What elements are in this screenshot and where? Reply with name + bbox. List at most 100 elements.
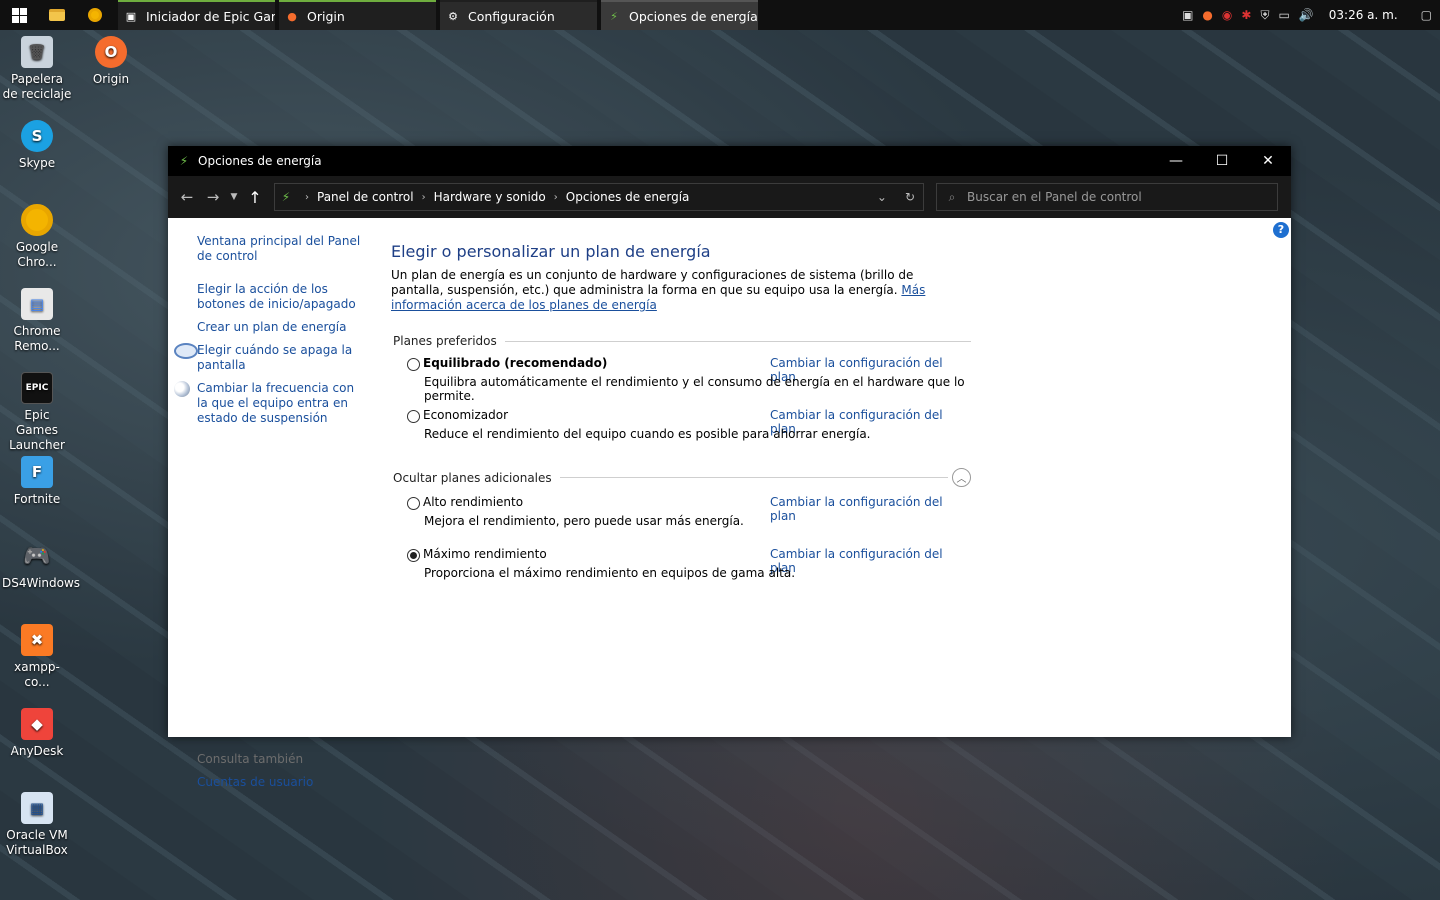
task-power-options[interactable]: ⚡ Opciones de energía	[601, 0, 758, 30]
sidebar-link-control-panel-home[interactable]: Ventana principal del Panel de control	[197, 234, 367, 264]
desktop-icon-ds4windows[interactable]: 🎮 DS4Windows	[2, 540, 81, 591]
divider	[504, 340, 971, 342]
plan-description: Proporciona el máximo rendimiento en equ…	[424, 566, 796, 580]
taskbar: ▣ Iniciador de Epic Gam... ● Origin ⚙ Co…	[0, 0, 1440, 30]
sidebar-link-sleep[interactable]: Cambiar la frecuencia con la que el equi…	[174, 381, 367, 426]
forward-button[interactable]: →	[200, 188, 226, 206]
chrome-icon	[88, 8, 102, 22]
folder-icon	[49, 9, 65, 21]
desktop-icon-virtualbox[interactable]: ▦ Oracle VM VirtualBox	[2, 792, 72, 858]
clock[interactable]: 03:26 a. m.	[1323, 8, 1412, 22]
title-bar[interactable]: ⚡ Opciones de energía — ☐ ✕	[168, 146, 1291, 176]
network-icon[interactable]: ▭	[1278, 8, 1289, 22]
task-configuracion[interactable]: ⚙ Configuración	[440, 0, 597, 30]
refresh-icon[interactable]: ↻	[905, 190, 915, 204]
desktop-icon-chrome-remote[interactable]: ▤ Chrome Remo...	[2, 288, 72, 354]
search-input[interactable]: ⌕ Buscar en el Panel de control	[936, 183, 1278, 211]
additional-plans-heading: Ocultar planes adicionales	[393, 470, 552, 485]
plan-name[interactable]: Equilibrado (recomendado)	[423, 356, 607, 370]
see-also-section: Consulta también Cuentas de usuario	[197, 752, 313, 789]
address-dropdown-chevron-icon[interactable]: ⌄	[877, 190, 887, 204]
additional-plans-header[interactable]: Ocultar planes adicionales ︿	[393, 468, 971, 487]
search-placeholder: Buscar en el Panel de control	[967, 190, 1142, 204]
task-epic-games[interactable]: ▣ Iniciador de Epic Gam...	[118, 0, 275, 30]
desktop-icon-label: Origin	[92, 72, 130, 86]
desktop-icon-label: xampp-co...	[14, 660, 60, 689]
plan-radio[interactable]	[407, 497, 420, 510]
desktop-icon-xampp[interactable]: ✖ xampp-co...	[2, 624, 72, 690]
minimize-button[interactable]: —	[1153, 146, 1199, 176]
start-button[interactable]	[0, 0, 38, 30]
sidebar-link-display-off[interactable]: Elegir cuándo se apaga la pantalla	[174, 343, 367, 373]
change-plan-settings-link[interactable]: Cambiar la configuración del plan	[770, 495, 971, 523]
control-panel-icon: ⚡	[281, 190, 291, 204]
plan-description: Equilibra automáticamente el rendimiento…	[424, 375, 965, 403]
desktop-icon-label: Chrome Remo...	[13, 324, 61, 353]
desktop-icon-skype[interactable]: S Skype	[2, 120, 72, 171]
task-label: Opciones de energía	[629, 8, 758, 24]
up-button[interactable]: ↑	[242, 188, 268, 207]
epic-tray-icon[interactable]: ▣	[1182, 8, 1193, 22]
desktop-icon-fortnite[interactable]: F Fortnite	[2, 456, 72, 507]
page-title: Elegir o personalizar un plan de energía	[391, 242, 711, 261]
recent-locations-chevron-icon[interactable]: ▼	[226, 192, 242, 202]
gear-icon: ⚙	[448, 9, 458, 23]
task-origin[interactable]: ● Origin	[279, 0, 436, 30]
plan-name[interactable]: Economizador	[423, 408, 508, 422]
desktop-icon-epic-games[interactable]: EPIC Epic Games Launcher	[2, 372, 72, 453]
xampp-icon: ✖	[21, 624, 53, 656]
breadcrumb-hardware-y-sonido[interactable]: Hardware y sonido	[434, 190, 546, 204]
plan-radio[interactable]	[407, 410, 420, 423]
plan-name[interactable]: Máximo rendimiento	[423, 547, 547, 561]
security-shield-icon[interactable]: ⛨	[1260, 8, 1269, 23]
plan-balanced: Equilibrado (recomendado) Cambiar la con…	[391, 354, 971, 406]
desktop-icon-origin[interactable]: O Origin	[76, 36, 146, 87]
desktop-icon-recycle-bin[interactable]: 🗑 Papelera de reciclaje	[2, 36, 72, 102]
bug-tray-icon[interactable]: ✱	[1241, 8, 1251, 22]
notifications-icon[interactable]: ▢	[1421, 8, 1432, 22]
antivirus-tray-icon[interactable]: ◉	[1222, 8, 1232, 22]
skype-icon: S	[21, 120, 53, 152]
origin-tray-icon[interactable]: ●	[1202, 8, 1212, 22]
recycle-bin-icon: 🗑	[21, 36, 53, 68]
power-options-icon: ⚡	[179, 154, 189, 168]
help-icon[interactable]: ?	[1273, 222, 1289, 238]
address-bar[interactable]: ⚡ › Panel de control › Hardware y sonido…	[274, 183, 924, 211]
close-button[interactable]: ✕	[1245, 146, 1291, 176]
window-title: Opciones de energía	[198, 154, 322, 168]
desktop-icon-anydesk[interactable]: ◆ AnyDesk	[2, 708, 72, 759]
desktop-icon-label: Skype	[18, 156, 56, 170]
collapse-chevron-up-icon[interactable]: ︿	[952, 468, 971, 487]
breadcrumb-separator-icon: ›	[553, 191, 558, 203]
file-explorer-button[interactable]	[38, 0, 76, 30]
windows-logo-icon	[11, 7, 27, 23]
task-label: Iniciador de Epic Gam...	[146, 8, 275, 24]
page-description: Un plan de energía es un conjunto de har…	[391, 268, 966, 313]
breadcrumb-opciones-de-energia[interactable]: Opciones de energía	[566, 190, 690, 204]
volume-icon[interactable]: 🔊	[1299, 8, 1314, 22]
maximize-button[interactable]: ☐	[1199, 146, 1245, 176]
change-plan-settings-link[interactable]: Cambiar la configuración del plan	[770, 547, 971, 575]
sidebar-link-power-buttons[interactable]: Elegir la acción de los botones de inici…	[197, 282, 367, 312]
epic-games-icon: EPIC	[21, 372, 53, 404]
plan-name[interactable]: Alto rendimiento	[423, 495, 523, 509]
power-options-window: ⚡ Opciones de energía — ☐ ✕ ← → ▼ ↑ ⚡ › …	[168, 146, 1291, 789]
fortnite-icon: F	[21, 456, 53, 488]
chrome-taskbar-button[interactable]	[76, 0, 114, 30]
sidebar-link-label: Elegir cuándo se apaga la pantalla	[197, 343, 353, 372]
anydesk-icon: ◆	[21, 708, 53, 740]
plan-radio[interactable]	[407, 358, 420, 371]
desktop-icon-label: DS4Windows	[2, 576, 81, 590]
plan-radio-selected[interactable]	[407, 549, 420, 562]
preferred-plans-header: Planes preferidos	[393, 334, 971, 348]
content-area: ? Ventana principal del Panel de control…	[168, 218, 1291, 789]
sidebar-link-create-plan[interactable]: Crear un plan de energía	[197, 320, 367, 335]
origin-icon: ●	[287, 9, 297, 23]
desktop-icon-chrome[interactable]: Google Chro...	[2, 204, 72, 270]
user-accounts-link[interactable]: Cuentas de usuario	[197, 775, 313, 789]
search-icon: ⌕	[948, 189, 956, 204]
back-button[interactable]: ←	[174, 188, 200, 206]
breadcrumb-panel-de-control[interactable]: Panel de control	[317, 190, 414, 204]
description-text: Un plan de energía es un conjunto de har…	[391, 268, 914, 297]
desktop-icon-label: AnyDesk	[10, 744, 64, 758]
